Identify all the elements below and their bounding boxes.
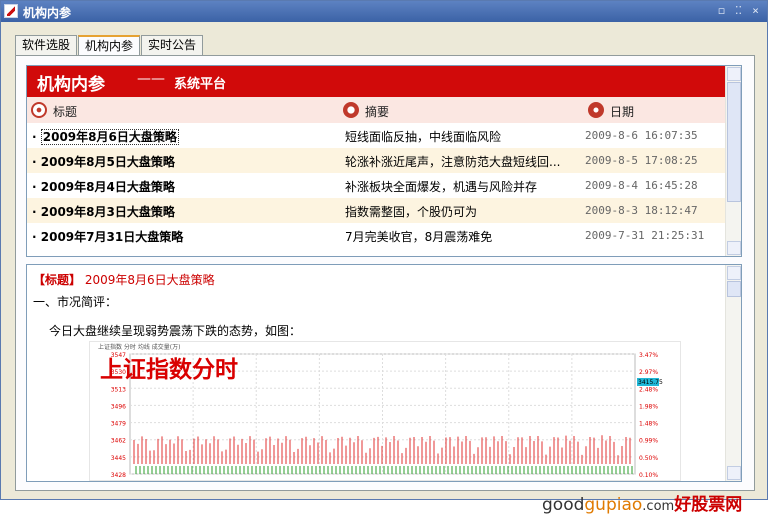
scroll-thumb[interactable] <box>727 281 741 297</box>
row-summary: 轮涨补涨近尾声，注意防范大盘短线回... <box>345 155 561 169</box>
title-bar[interactable]: 机构内参 ◻ ⁚⁚ × <box>1 1 767 22</box>
y-tick-left: 3479 <box>111 421 126 428</box>
row-summary: 补涨板块全面爆发，机遇与风险并存 <box>345 180 538 194</box>
scroll-thumb[interactable] <box>727 82 741 202</box>
tab-institution-notes[interactable]: 机构内参 <box>78 35 141 56</box>
banner-subtitle: 系统平台 <box>174 77 227 92</box>
watermark-com: .com <box>642 499 675 514</box>
y-tick-right: 0.99% <box>639 438 658 445</box>
row-summary: 指数需整固，个股仍可为 <box>345 205 478 219</box>
report-list-panel: 机构内参 —— 系统平台 标题 摘要 日期 · 2009年8月6日大盘策略 短线… <box>26 65 742 257</box>
app-window: 机构内参 ◻ ⁚⁚ × 软件选股 机构内参 实时公告 机构内参 —— 系统平台 … <box>0 0 768 500</box>
y-tick-left: 3496 <box>111 403 126 410</box>
column-header-date[interactable]: 日期 <box>610 103 634 120</box>
list-row[interactable]: · 2009年8月4日大盘策略 补涨板块全面爆发，机遇与风险并存 2009-8-… <box>27 173 727 198</box>
y-tick-right: 3.47% <box>639 352 658 359</box>
row-date: 2009-8-4 16:45:28 <box>585 179 698 192</box>
scroll-up-button[interactable] <box>727 67 741 81</box>
grip-button[interactable]: ⁚⁚ <box>731 4 746 18</box>
watermark-good: good <box>542 495 585 515</box>
row-title: · 2009年8月6日大盘策略 <box>32 129 179 145</box>
row-title: · 2009年8月5日大盘策略 <box>32 155 175 169</box>
row-date: 2009-8-6 16:07:35 <box>585 129 698 142</box>
column-header-summary[interactable]: 摘要 <box>365 103 389 120</box>
tab-announcements[interactable]: 实时公告 <box>141 35 204 55</box>
scroll-down-button[interactable] <box>727 466 741 480</box>
list-header: 标题 摘要 日期 <box>27 97 741 123</box>
tab-strip: 软件选股 机构内参 实时公告 <box>15 35 204 56</box>
row-summary: 7月完美收官，8月震荡难免 <box>345 230 493 244</box>
chart-caption: 上证指数分时 <box>100 356 238 383</box>
recycle-icon <box>343 102 359 118</box>
y-tick-left: 3513 <box>111 386 126 393</box>
restore-button[interactable]: ◻ <box>714 4 729 18</box>
y-tick-right: 2.97% <box>639 369 658 376</box>
row-date: 2009-7-31 21:25:31 <box>585 229 705 242</box>
column-header-title[interactable]: 标题 <box>53 103 77 120</box>
target-icon <box>31 102 47 118</box>
banner-title: 机构内参 <box>37 75 105 95</box>
detail-scrollbar[interactable] <box>725 265 741 481</box>
watermark-gupiao: gupiao <box>584 495 643 515</box>
y-tick-left: 3428 <box>111 472 126 479</box>
detail-paragraph: 今日大盘继续呈现弱势震荡下跌的态势，如图： <box>49 324 302 338</box>
detail-title: 【标题】 2009年8月6日大盘策略 <box>33 271 215 288</box>
y-tick-right: 0.50% <box>639 455 658 462</box>
watermark-cn: 好股票网 <box>674 495 743 515</box>
site-watermark: goodgupiao.com好股票网 <box>542 490 743 515</box>
close-button[interactable]: × <box>748 4 763 18</box>
scroll-up-button[interactable] <box>727 266 741 280</box>
price-tag: 3415.75 <box>638 379 663 386</box>
detail-title-value: 2009年8月6日大盘策略 <box>84 273 215 287</box>
list-row[interactable]: · 2009年8月6日大盘策略 短线面临反抽，中线面临风险 2009-8-6 1… <box>27 123 727 148</box>
intraday-chart-image: 3547 3.47% 3530 2.97% 3513 2.48% 3496 1.98% 3479… <box>89 341 681 481</box>
list-banner: 机构内参 —— 系统平台 <box>27 66 741 97</box>
detail-title-label: 【标题】 <box>33 273 82 287</box>
list-row[interactable]: · 2009年8月5日大盘策略 轮涨补涨近尾声，注意防范大盘短线回... 200… <box>27 148 727 173</box>
detail-section: 一、市况简评： <box>33 295 118 309</box>
report-detail-panel: 【标题】 2009年8月6日大盘策略 一、市况简评： 今日大盘继续呈现弱势震荡下… <box>26 264 742 482</box>
radiation-icon <box>588 102 604 118</box>
y-tick-right: 0.10% <box>639 472 658 479</box>
y-tick-right: 1.48% <box>639 421 658 428</box>
list-row[interactable]: · 2009年7月31日大盘策略 7月完美收官，8月震荡难免 2009-7-31… <box>27 223 727 248</box>
row-date: 2009-8-5 17:08:25 <box>585 154 698 167</box>
row-title: · 2009年8月3日大盘策略 <box>32 205 175 219</box>
y-tick-right: 1.98% <box>639 403 658 410</box>
list-scrollbar[interactable] <box>725 66 741 256</box>
y-tick-left: 3445 <box>111 455 126 462</box>
row-date: 2009-8-3 18:12:47 <box>585 204 698 217</box>
row-summary: 短线面临反抽，中线面临风险 <box>345 130 502 144</box>
app-logo-icon <box>4 4 18 18</box>
y-tick-left: 3462 <box>111 438 126 445</box>
banner-separator: —— <box>137 71 165 87</box>
list-row[interactable]: · 2009年8月3日大盘策略 指数需整固，个股仍可为 2009-8-3 18:… <box>27 198 727 223</box>
tab-stock-picker[interactable]: 软件选股 <box>15 35 78 55</box>
row-title: · 2009年8月4日大盘策略 <box>32 180 175 194</box>
scroll-down-button[interactable] <box>727 241 741 255</box>
y-tick-right: 2.48% <box>639 386 658 393</box>
window-title: 机构内参 <box>23 6 72 20</box>
row-title: · 2009年7月31日大盘策略 <box>32 230 184 244</box>
